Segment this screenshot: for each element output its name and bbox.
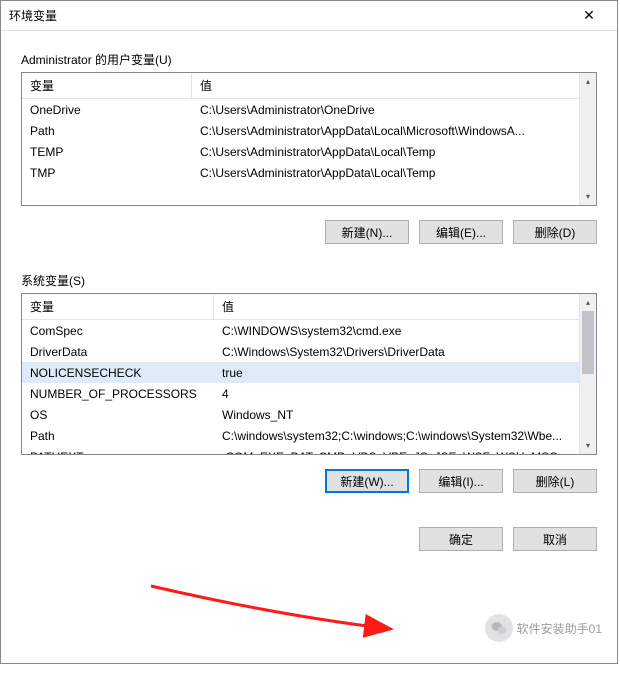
system-buttons-row: 新建(W)... 编辑(I)... 删除(L) [21, 469, 597, 493]
system-variables-label: 系统变量(S) [21, 272, 597, 289]
cell-variable: Path [22, 123, 192, 139]
cell-value: C:\Users\Administrator\AppData\Local\Mic… [192, 123, 596, 139]
cell-value: 4 [214, 386, 596, 402]
cell-value: C:\Users\Administrator\AppData\Local\Tem… [192, 144, 596, 160]
scroll-thumb[interactable] [582, 311, 594, 374]
table-row[interactable]: NOLICENSECHECKtrue [22, 362, 596, 383]
cell-variable: NOLICENSECHECK [22, 365, 214, 381]
table-row[interactable]: TEMPC:\Users\Administrator\AppData\Local… [22, 141, 596, 162]
cell-variable: OneDrive [22, 102, 192, 118]
user-buttons-row: 新建(N)... 编辑(E)... 删除(D) [21, 220, 597, 244]
list-header: 变量 值 [22, 73, 596, 99]
table-row[interactable]: PathC:\Users\Administrator\AppData\Local… [22, 120, 596, 141]
table-row[interactable]: TMPC:\Users\Administrator\AppData\Local\… [22, 162, 596, 183]
column-header-value[interactable]: 值 [214, 294, 596, 320]
scroll-up-icon[interactable]: ▴ [580, 294, 596, 311]
table-row[interactable]: DriverDataC:\Windows\System32\Drivers\Dr… [22, 341, 596, 362]
ok-button[interactable]: 确定 [419, 527, 503, 551]
cell-variable: ComSpec [22, 323, 214, 339]
cell-value: true [214, 365, 596, 381]
scroll-down-icon[interactable]: ▾ [580, 188, 596, 205]
table-row[interactable]: ComSpecC:\WINDOWS\system32\cmd.exe [22, 320, 596, 341]
cell-value: C:\WINDOWS\system32\cmd.exe [214, 323, 596, 339]
table-row[interactable]: NUMBER_OF_PROCESSORS4 [22, 383, 596, 404]
cell-value: C:\Windows\System32\Drivers\DriverData [214, 344, 596, 360]
column-header-variable[interactable]: 变量 [22, 294, 214, 320]
system-new-button[interactable]: 新建(W)... [325, 469, 409, 493]
user-variables-list[interactable]: 变量 值 OneDriveC:\Users\Administrator\OneD… [21, 72, 597, 206]
cell-variable: NUMBER_OF_PROCESSORS [22, 386, 214, 402]
close-button[interactable]: ✕ [569, 2, 609, 30]
environment-variables-dialog: 环境变量 ✕ Administrator 的用户变量(U) 变量 值 OneDr… [0, 0, 618, 664]
dialog-buttons-row: 确定 取消 [21, 527, 597, 551]
close-icon: ✕ [583, 7, 595, 24]
cell-variable: PATHEXT [22, 449, 214, 456]
dialog-content: Administrator 的用户变量(U) 变量 值 OneDriveC:\U… [1, 31, 617, 663]
user-edit-button[interactable]: 编辑(E)... [419, 220, 503, 244]
cell-variable: TMP [22, 165, 192, 181]
system-edit-button[interactable]: 编辑(I)... [419, 469, 503, 493]
cell-variable: DriverData [22, 344, 214, 360]
user-variables-group: Administrator 的用户变量(U) 变量 值 OneDriveC:\U… [21, 51, 597, 244]
cancel-button[interactable]: 取消 [513, 527, 597, 551]
system-delete-button[interactable]: 删除(L) [513, 469, 597, 493]
scroll-track[interactable] [580, 311, 596, 437]
table-row[interactable]: OSWindows_NT [22, 404, 596, 425]
table-row[interactable]: OneDriveC:\Users\Administrator\OneDrive [22, 99, 596, 120]
table-row[interactable]: PathC:\windows\system32;C:\windows;C:\wi… [22, 425, 596, 446]
scrollbar[interactable]: ▴ ▾ [579, 294, 596, 454]
list-header: 变量 值 [22, 294, 596, 320]
column-header-value[interactable]: 值 [192, 73, 596, 99]
scroll-down-icon[interactable]: ▾ [580, 437, 596, 454]
titlebar: 环境变量 ✕ [1, 1, 617, 31]
user-variables-label: Administrator 的用户变量(U) [21, 51, 597, 68]
scroll-up-icon[interactable]: ▴ [580, 73, 596, 90]
window-title: 环境变量 [9, 7, 569, 24]
user-new-button[interactable]: 新建(N)... [325, 220, 409, 244]
cell-value: .COM;.EXE;.BAT;.CMD;.VBS;.VBE;.JS;.JSE;.… [214, 449, 596, 456]
user-delete-button[interactable]: 删除(D) [513, 220, 597, 244]
cell-value: C:\Users\Administrator\OneDrive [192, 102, 596, 118]
scrollbar[interactable]: ▴ ▾ [579, 73, 596, 205]
cell-value: Windows_NT [214, 407, 596, 423]
cell-value: C:\Users\Administrator\AppData\Local\Tem… [192, 165, 596, 181]
system-variables-group: 系统变量(S) 变量 值 ComSpecC:\WINDOWS\system32\… [21, 272, 597, 493]
cell-variable: TEMP [22, 144, 192, 160]
cell-variable: OS [22, 407, 214, 423]
column-header-variable[interactable]: 变量 [22, 73, 192, 99]
cell-value: C:\windows\system32;C:\windows;C:\window… [214, 428, 596, 444]
table-row[interactable]: PATHEXT.COM;.EXE;.BAT;.CMD;.VBS;.VBE;.JS… [22, 446, 596, 455]
scroll-track[interactable] [580, 90, 596, 188]
cell-variable: Path [22, 428, 214, 444]
system-variables-list[interactable]: 变量 值 ComSpecC:\WINDOWS\system32\cmd.exeD… [21, 293, 597, 455]
